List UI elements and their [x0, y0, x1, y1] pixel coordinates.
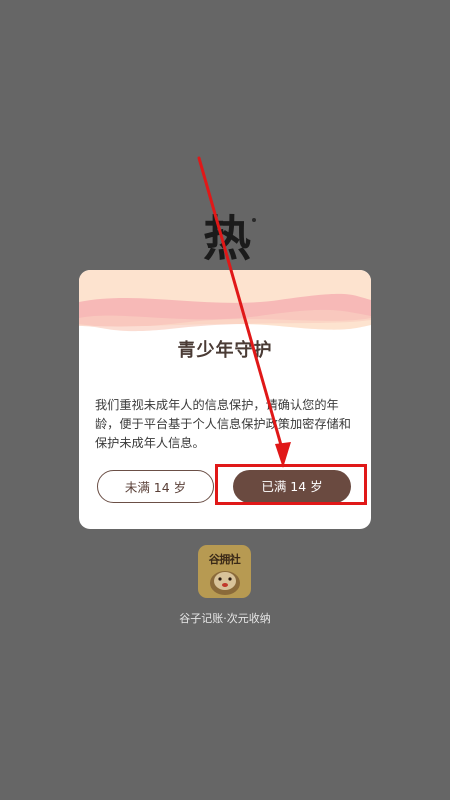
app-mascot-icon: [210, 571, 240, 595]
app-name: 谷子记账·次元收纳: [179, 612, 271, 625]
youth-protection-dialog: 青少年守护 我们重视未成年人的信息保护，请确认您的年龄，便于平台基于个人信息保护…: [79, 270, 371, 529]
app-icon: 谷拥社: [198, 545, 251, 598]
dialog-title: 青少年守护: [177, 340, 273, 361]
under-14-button[interactable]: 未满 14 岁: [97, 470, 214, 503]
background-glyph-dot: [252, 218, 256, 222]
over-14-button[interactable]: 已满 14 岁: [233, 470, 351, 503]
dialog-description: 我们重视未成年人的信息保护，请确认您的年龄，便于平台基于个人信息保护政策加密存储…: [95, 398, 351, 450]
background-title-glyph: 热: [203, 211, 252, 267]
